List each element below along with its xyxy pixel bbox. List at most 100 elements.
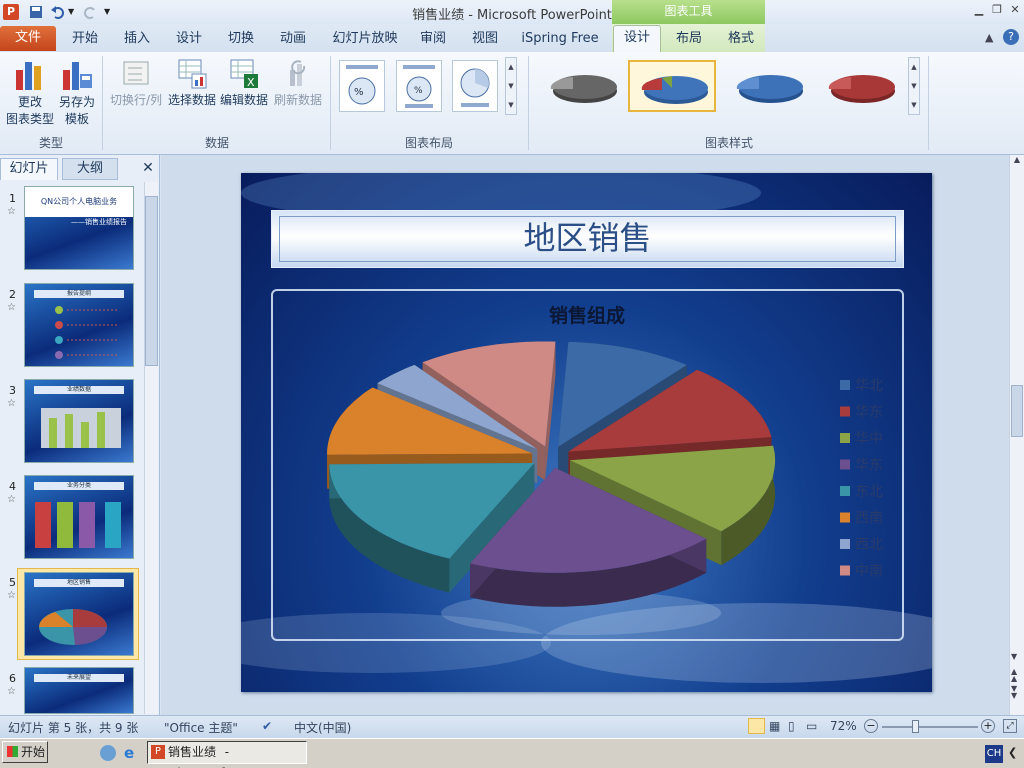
legend-swatch-5[interactable] [840, 486, 850, 496]
slide-title[interactable]: 地区销售 [279, 216, 896, 262]
legend-label-5[interactable]: 东北 [855, 484, 883, 500]
legend-label-8[interactable]: 中南 [855, 564, 883, 580]
legend-swatch-4[interactable] [840, 459, 850, 470]
tab-chart-design[interactable]: 设计 [613, 25, 661, 52]
layout-gallery-scroll[interactable]: ▲ ▼ ▼ [505, 57, 517, 115]
legend-label-3[interactable]: 华中 [855, 431, 883, 447]
help-icon[interactable]: ? [1003, 29, 1019, 45]
chart-style-1[interactable] [536, 60, 624, 112]
template-chart-icon [63, 62, 92, 90]
quick-launch-icon[interactable] [100, 745, 116, 761]
tab-slideshow[interactable]: 幻灯片放映 [328, 29, 402, 51]
group-label-type: 类型 [38, 136, 63, 150]
slide-thumbnail-3[interactable]: 业绩数据 [24, 379, 134, 463]
legend-swatch-8[interactable] [840, 565, 850, 576]
vertical-scrollbar[interactable]: ▲ [1009, 155, 1024, 715]
customize-qat-icon[interactable]: ▼ [104, 4, 114, 20]
taskbar-item-powerpoint[interactable]: P 销售业绩 - Microsof... [147, 741, 307, 768]
next-slide-icon[interactable]: ▼ ▼ [1011, 685, 1017, 700]
chart-style-2-selected[interactable] [628, 60, 716, 112]
select-data-button[interactable]: 选择数据 [166, 56, 218, 109]
spell-check-icon[interactable]: ✔ [262, 719, 272, 733]
divider [330, 56, 331, 150]
scroll-down-icon[interactable]: ▼ [1011, 652, 1017, 661]
slide-number: 2 [9, 288, 16, 301]
save-as-template-button[interactable]: 另存为 模板 [56, 56, 98, 128]
legend-label-1[interactable]: 华北 [855, 378, 883, 394]
chart-style-3[interactable] [722, 60, 810, 112]
zoom-out-icon[interactable]: − [864, 719, 878, 733]
zoom-in-icon[interactable]: + [981, 719, 995, 733]
slide-thumbnail-1[interactable]: QN公司个人电脑业务 ——销售业绩报告 [24, 186, 134, 270]
normal-view-icon[interactable] [748, 718, 765, 734]
undo-dropdown-icon[interactable]: ▼ [68, 4, 76, 20]
refresh-data-button[interactable]: 刷新数据 [272, 56, 324, 109]
tab-chart-format[interactable]: 格式 [720, 29, 762, 51]
panel-scrollbar[interactable] [144, 182, 158, 714]
divider [102, 56, 103, 150]
chart-layout-1[interactable]: % [339, 60, 385, 112]
powerpoint-logo-icon[interactable]: P [3, 4, 19, 20]
legend-swatch-7[interactable] [840, 539, 850, 549]
theme-status[interactable]: "Office 主题" [164, 719, 238, 736]
save-icon[interactable] [28, 4, 44, 20]
edit-data-button[interactable]: X 编辑数据 [218, 56, 270, 109]
slide-thumbnail-4[interactable]: 业务分类 [24, 475, 134, 559]
tab-insert[interactable]: 插入 [116, 29, 158, 51]
slide-thumbnail-5[interactable]: 地区销售 [24, 572, 134, 656]
style-pie-gray-icon [550, 75, 617, 103]
tab-design[interactable]: 设计 [168, 29, 210, 51]
language-status[interactable]: 中文(中国) [294, 719, 351, 736]
tab-outline[interactable]: 大纲 [62, 158, 118, 180]
minimize-icon[interactable]: ▁ [972, 3, 986, 17]
restore-icon[interactable]: ❐ [990, 3, 1004, 17]
reading-view-icon[interactable]: ▯ [788, 719, 795, 733]
tab-animations[interactable]: 动画 [272, 29, 314, 51]
zoom-level[interactable]: 72% [830, 719, 857, 733]
slideshow-view-icon[interactable]: ▭ [806, 719, 817, 733]
slide-thumbnail-2[interactable]: 报告提纲 [24, 283, 134, 367]
legend-swatch-6[interactable] [840, 512, 850, 523]
previous-slide-icon[interactable]: ▲ ▲ [1011, 668, 1017, 683]
tab-review[interactable]: 审阅 [412, 29, 454, 51]
close-panel-icon[interactable]: ✕ [139, 158, 157, 180]
legend-label-7[interactable]: 西北 [855, 537, 883, 553]
start-button[interactable]: 开始 [2, 741, 48, 763]
switch-row-column-icon [123, 61, 149, 85]
tab-file[interactable]: 文件 [0, 26, 56, 51]
slide-thumbnail-6[interactable]: 未来展望 [24, 667, 134, 714]
tab-view[interactable]: 视图 [464, 29, 506, 51]
fit-to-window-icon[interactable]: ⤢ [1003, 719, 1017, 733]
close-icon[interactable]: ✕ [1008, 3, 1022, 17]
style-gallery-scroll[interactable]: ▲ ▼ ▼ [908, 57, 920, 115]
legend-swatch-1[interactable] [840, 380, 850, 390]
ime-indicator[interactable]: CH [985, 745, 1003, 763]
tab-slides[interactable]: 幻灯片 [0, 158, 58, 180]
switch-row-column-button[interactable]: 切换行/列 [106, 56, 166, 109]
title-bar: 销售业绩 - Microsoft PowerPoint [0, 0, 1024, 24]
chart-layout-3[interactable] [452, 60, 498, 112]
bar-chart-icon [16, 62, 41, 90]
tab-transitions[interactable]: 切换 [220, 29, 262, 51]
zoom-slider[interactable] [882, 720, 978, 733]
tray-arrow-icon[interactable]: ❮ [1008, 746, 1017, 759]
legend-label-2[interactable]: 华东 [855, 405, 883, 421]
tab-chart-layout[interactable]: 布局 [668, 29, 710, 51]
chart-title[interactable]: 销售组成 [549, 304, 625, 327]
legend-swatch-2[interactable] [840, 406, 850, 417]
chart-style-4[interactable] [814, 60, 902, 112]
legend-label-4[interactable]: 华东 [855, 458, 883, 474]
change-chart-type-button[interactable]: 更改 图表类型 [4, 56, 56, 128]
layout-pie-icon: % [403, 65, 435, 108]
chart-layout-2[interactable]: % [396, 60, 442, 112]
slide-sorter-icon[interactable]: ▦ [769, 719, 780, 733]
redo-icon[interactable] [82, 4, 98, 20]
undo-icon[interactable] [50, 4, 66, 20]
ie-icon[interactable]: e [124, 744, 134, 762]
legend-label-6[interactable]: 西南 [855, 511, 883, 527]
pie-chart[interactable]: 销售组成华北华东华中华东东北西南西北中南 [271, 289, 904, 641]
tab-ispring[interactable]: iSpring Free [516, 29, 604, 51]
legend-swatch-3[interactable] [840, 433, 850, 443]
tab-home[interactable]: 开始 [64, 29, 106, 51]
collapse-ribbon-icon[interactable]: ▲ [985, 31, 993, 44]
